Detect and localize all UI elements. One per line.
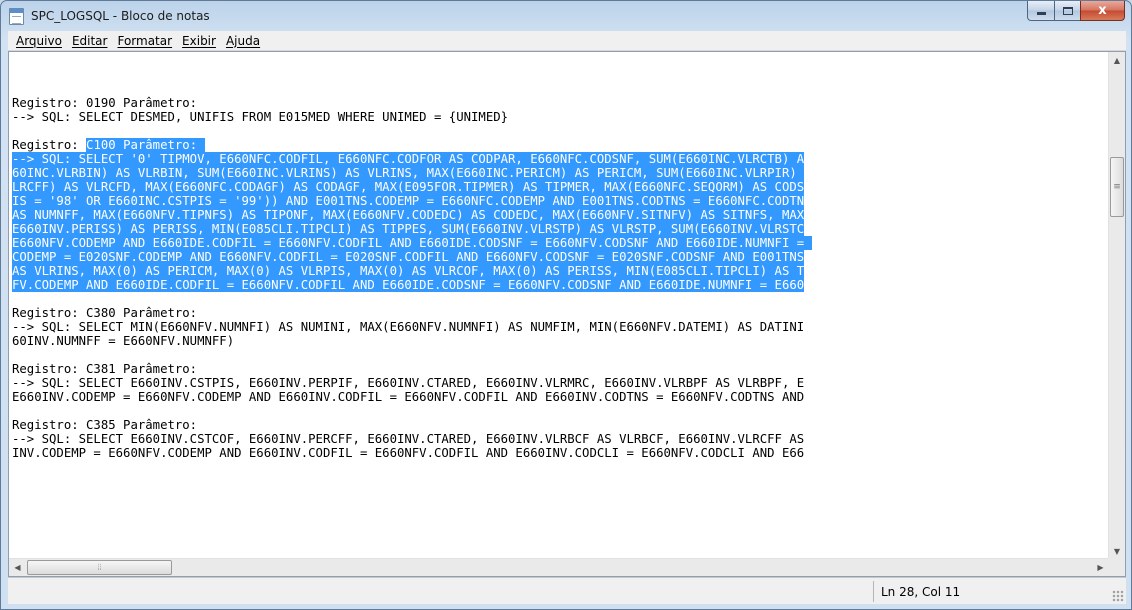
status-bar: Ln 28, Col 11 bbox=[8, 577, 1126, 604]
line-text: Registro: C385 Parâmetro: bbox=[12, 418, 198, 432]
menu-formatar[interactable]: Formatar bbox=[112, 34, 177, 48]
line-text: Registro: 0190 Parâmetro: bbox=[12, 96, 198, 110]
scrollbar-corner bbox=[1108, 558, 1125, 576]
text-line[interactable]: E660INV.CODEMP = E660NFV.CODEMP AND E660… bbox=[12, 390, 1109, 404]
cursor-position: Ln 28, Col 11 bbox=[881, 585, 961, 599]
notepad-icon[interactable] bbox=[9, 8, 24, 25]
blank-line[interactable] bbox=[12, 348, 1109, 362]
minimize-button[interactable] bbox=[1027, 1, 1054, 21]
text-line[interactable]: LRCFF) AS VLRCFD, MAX(E660NFC.CODAGF) AS… bbox=[12, 180, 1109, 194]
blank-line[interactable] bbox=[12, 292, 1109, 306]
text-line[interactable]: Registro: C380 Parâmetro: bbox=[12, 306, 1109, 320]
menu-ajuda[interactable]: Ajuda bbox=[221, 34, 265, 48]
close-button[interactable]: x bbox=[1080, 1, 1125, 21]
text-line[interactable]: E660NFV.CODEMP AND E660IDE.CODFIL = E660… bbox=[12, 236, 1109, 250]
text-line[interactable]: --> SQL: SELECT DESMED, UNIFIS FROM E015… bbox=[12, 110, 1109, 124]
notepad-window: SPC_LOGSQL - Bloco de notas x Arquivo Ed… bbox=[0, 0, 1132, 610]
text-line[interactable]: IS = '98' OR E660INC.CSTPIS = '99')) AND… bbox=[12, 194, 1109, 208]
selected-text: E660NFV.CODEMP AND E660IDE.CODFIL = E660… bbox=[12, 236, 812, 250]
text-line[interactable]: AS VLRINS, MAX(0) AS PERICM, MAX(0) AS V… bbox=[12, 264, 1109, 278]
text-line[interactable]: --> SQL: SELECT E660INV.CSTCOF, E660INV.… bbox=[12, 432, 1109, 446]
line-text: E660INV.CODEMP = E660NFV.CODEMP AND E660… bbox=[12, 390, 805, 404]
text-line[interactable]: Registro: C385 Parâmetro: bbox=[12, 418, 1109, 432]
selected-text: LRCFF) AS VLRCFD, MAX(E660NFC.CODAGF) AS… bbox=[12, 180, 805, 194]
menu-arquivo[interactable]: Arquivo bbox=[11, 34, 67, 48]
selected-text: --> SQL: SELECT '0' TIPMOV, E660NFC.CODF… bbox=[12, 152, 805, 166]
menu-editar[interactable]: Editar bbox=[67, 34, 113, 48]
text-line[interactable]: E660INV.PERISS) AS PERISS, MIN(E085CLI.T… bbox=[12, 222, 1109, 236]
text-line[interactable]: 60INC.VLRBIN) AS VLRBIN, SUM(E660INC.VLR… bbox=[12, 166, 1109, 180]
line-text: Registro: bbox=[12, 138, 87, 152]
status-divider bbox=[873, 581, 874, 602]
text-line[interactable]: Registro: C100 Parâmetro: bbox=[12, 138, 1109, 152]
line-text: Registro: C381 Parâmetro: bbox=[12, 362, 198, 376]
line-text: --> SQL: SELECT E660INV.CSTPIS, E660INV.… bbox=[12, 376, 805, 390]
vertical-scrollbar[interactable]: ▲ ≡ ▼ bbox=[1108, 52, 1125, 560]
text-line[interactable]: FV.CODEMP AND E660IDE.CODFIL = E660NFV.C… bbox=[12, 278, 1109, 292]
vertical-scroll-thumb[interactable]: ≡ bbox=[1110, 157, 1124, 217]
window-controls: x bbox=[1027, 1, 1125, 21]
selected-text: CODEMP = E020SNF.CODEMP AND E660NFV.CODF… bbox=[12, 250, 805, 264]
text-line[interactable]: AS NUMNFF, MAX(E660NFV.TIPNFS) AS TIPONF… bbox=[12, 208, 1109, 222]
minimize-icon bbox=[1036, 12, 1046, 15]
horizontal-scroll-thumb[interactable]: ⦙⦙ bbox=[27, 560, 172, 575]
maximize-icon bbox=[1062, 6, 1073, 15]
text-editor[interactable]: Registro: 0190 Parâmetro: --> SQL: SELECT… bbox=[8, 51, 1126, 577]
window-title: SPC_LOGSQL - Bloco de notas bbox=[31, 9, 210, 23]
text-line[interactable]: CODEMP = E020SNF.CODEMP AND E660NFV.CODF… bbox=[12, 250, 1109, 264]
resize-grip-icon[interactable] bbox=[1112, 590, 1124, 602]
blank-line[interactable] bbox=[12, 404, 1109, 418]
text-content[interactable]: Registro: 0190 Parâmetro: --> SQL: SELECT… bbox=[9, 52, 1109, 560]
horizontal-scrollbar[interactable]: ◀ ⦙⦙ ▶ bbox=[9, 558, 1109, 576]
selected-text: IS = '98' OR E660INC.CSTPIS = '99')) AND… bbox=[12, 194, 805, 208]
selected-text: C100 Parâmetro: bbox=[86, 138, 205, 152]
selected-text: FV.CODEMP AND E660IDE.CODFIL = E660NFV.C… bbox=[12, 278, 805, 292]
text-line[interactable]: --> SQL: SELECT MIN(E660NFV.NUMNFI) AS N… bbox=[12, 320, 1109, 334]
blank-line[interactable] bbox=[12, 124, 1109, 138]
close-icon: x bbox=[1098, 3, 1107, 18]
text-line[interactable]: --> SQL: SELECT '0' TIPMOV, E660NFC.CODF… bbox=[12, 152, 1109, 166]
text-line[interactable]: --> SQL: SELECT E660INV.CSTPIS, E660INV.… bbox=[12, 376, 1109, 390]
text-line[interactable]: Registro: C381 Parâmetro: bbox=[12, 362, 1109, 376]
selected-text: AS NUMNFF, MAX(E660NFV.TIPNFS) AS TIPONF… bbox=[12, 208, 805, 222]
text-line[interactable]: 60INV.NUMNFF = E660NFV.NUMNFF) bbox=[12, 334, 1109, 348]
line-text: 60INV.NUMNFF = E660NFV.NUMNFF) bbox=[12, 334, 235, 348]
line-text: Registro: C380 Parâmetro: bbox=[12, 306, 198, 320]
line-text: INV.CODEMP = E660NFV.CODEMP AND E660INV.… bbox=[12, 446, 805, 460]
line-text: --> SQL: SELECT MIN(E660NFV.NUMNFI) AS N… bbox=[12, 320, 805, 334]
scroll-left-icon[interactable]: ◀ bbox=[9, 559, 26, 576]
line-text: --> SQL: SELECT E660INV.CSTCOF, E660INV.… bbox=[12, 432, 805, 446]
menu-bar: Arquivo Editar Formatar Exibir Ajuda bbox=[8, 31, 1126, 51]
line-text: --> SQL: SELECT DESMED, UNIFIS FROM E015… bbox=[12, 110, 509, 124]
text-line[interactable]: INV.CODEMP = E660NFV.CODEMP AND E660INV.… bbox=[12, 446, 1109, 460]
title-bar[interactable]: SPC_LOGSQL - Bloco de notas x bbox=[1, 1, 1131, 31]
scroll-up-icon[interactable]: ▲ bbox=[1109, 52, 1125, 69]
selected-text: 60INC.VLRBIN) AS VLRBIN, SUM(E660INC.VLR… bbox=[12, 166, 805, 180]
selected-text: E660INV.PERISS) AS PERISS, MIN(E085CLI.T… bbox=[12, 222, 805, 236]
menu-exibir[interactable]: Exibir bbox=[177, 34, 221, 48]
selected-text: AS VLRINS, MAX(0) AS PERICM, MAX(0) AS V… bbox=[12, 264, 805, 278]
text-line[interactable]: Registro: 0190 Parâmetro: bbox=[12, 96, 1109, 110]
maximize-button[interactable] bbox=[1054, 1, 1080, 21]
scroll-right-icon[interactable]: ▶ bbox=[1092, 559, 1109, 576]
